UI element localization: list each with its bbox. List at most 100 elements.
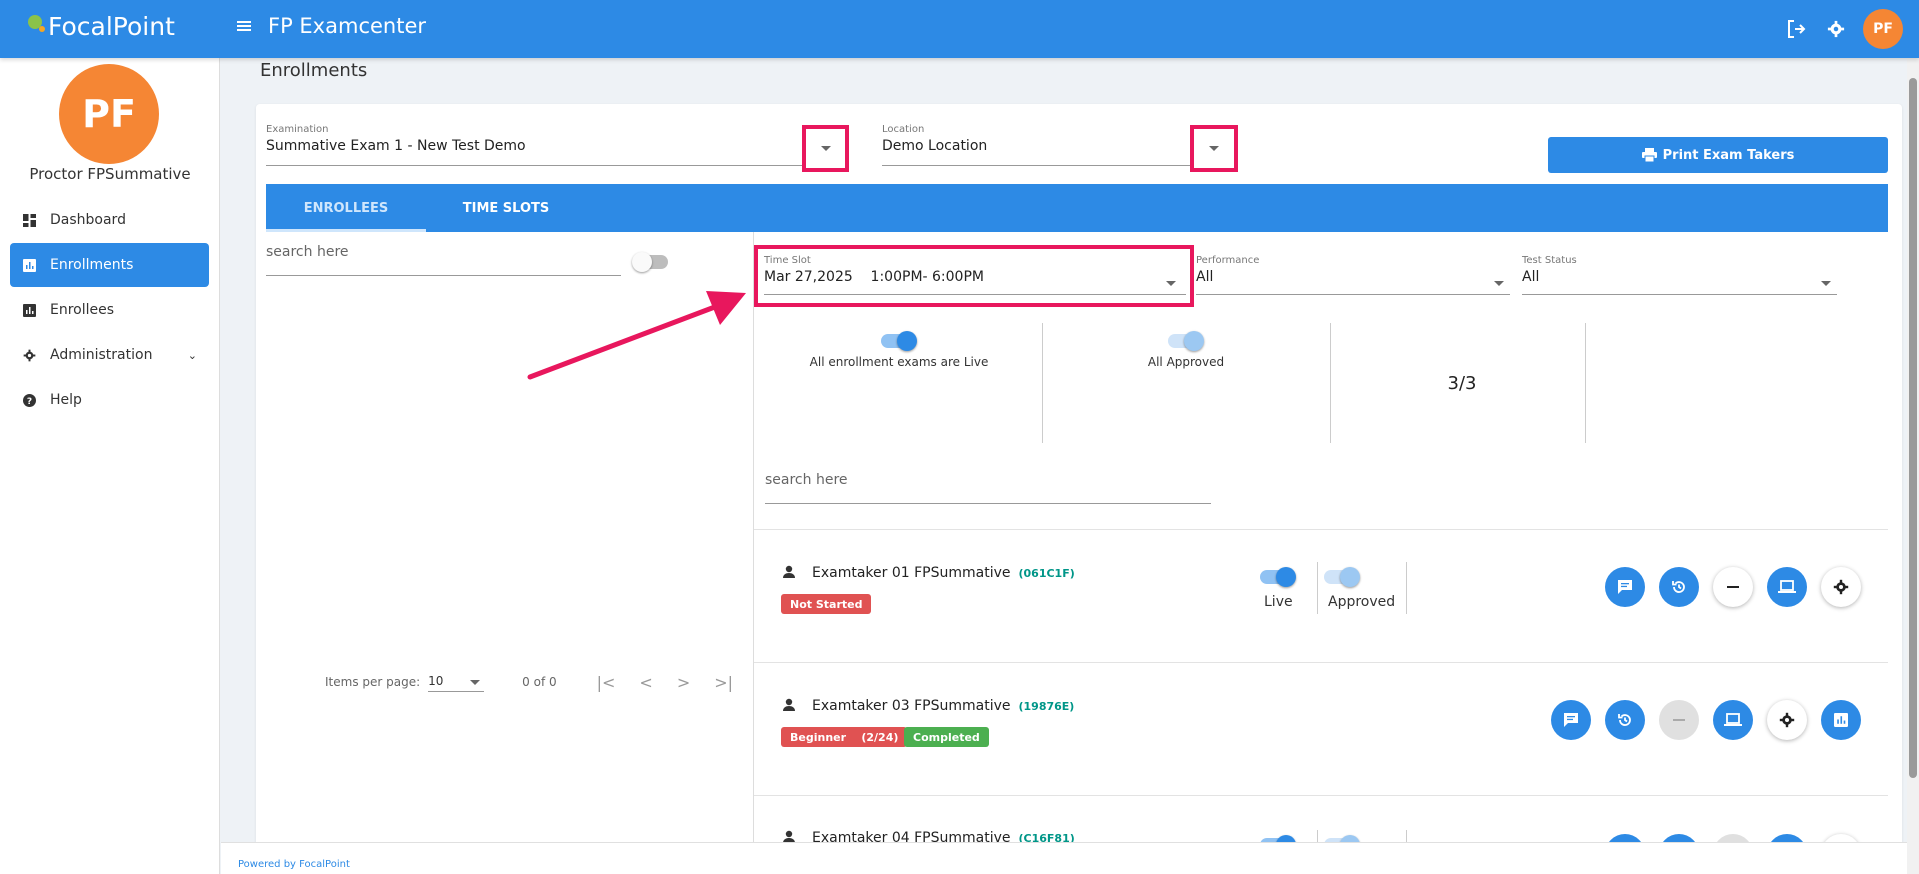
location-dropdown-toggle[interactable] — [1190, 125, 1238, 172]
scrollbar-thumb[interactable] — [1909, 78, 1917, 778]
annotation-arrow — [527, 291, 746, 380]
items-per-page-select[interactable]: 10 — [428, 672, 485, 692]
gear-icon[interactable] — [1823, 16, 1849, 42]
test-status-select[interactable]: Test Status All — [1522, 255, 1837, 295]
chevron-down-icon: ⌄ — [187, 348, 197, 362]
sidebar-item-label: Administration — [50, 347, 153, 363]
sidebar-item-label: Dashboard — [50, 212, 126, 228]
message-button[interactable] — [1605, 834, 1645, 842]
view-screen-button[interactable] — [1767, 834, 1807, 842]
sidebar-item-enrollees[interactable]: Enrollees — [10, 288, 209, 332]
previous-page-icon[interactable]: < — [639, 673, 652, 692]
all-approved-toggle[interactable] — [1168, 331, 1204, 351]
gear-icon — [1779, 712, 1795, 728]
count-stat: 3/3 — [1339, 323, 1585, 443]
caret-down-icon — [1166, 281, 1176, 286]
status-badge: Completed — [904, 727, 989, 747]
footer-text[interactable]: Powered by FocalPoint — [238, 859, 350, 870]
toggle-knob — [1340, 835, 1360, 842]
reset-button[interactable] — [1605, 700, 1645, 740]
chart-icon — [22, 303, 36, 317]
tab-label: ENROLLEES — [303, 200, 389, 216]
caret-down-icon — [1494, 281, 1504, 286]
next-page-icon[interactable]: > — [677, 673, 690, 692]
examination-label: Examination — [266, 124, 329, 135]
hamburger-menu-icon[interactable] — [236, 18, 256, 38]
message-icon — [1564, 713, 1578, 727]
examtaker-name: Examtaker 03 FPSummative (19876E) — [812, 698, 1075, 714]
remove-button[interactable] — [1659, 700, 1699, 740]
sidebar-item-help[interactable]: ? Help — [10, 378, 209, 422]
reset-button[interactable] — [1659, 834, 1699, 842]
enrollee-search-input[interactable]: search here — [266, 244, 621, 276]
minus-icon — [1673, 719, 1685, 721]
caret-down-icon — [470, 680, 481, 685]
settings-button[interactable] — [1821, 567, 1861, 607]
toggle-knob — [1340, 567, 1360, 587]
examtaker-code: (061C1F) — [1018, 567, 1075, 580]
logout-icon[interactable] — [1783, 16, 1809, 42]
sidebar-avatar: PF — [59, 64, 159, 164]
toggle-knob — [1276, 835, 1296, 842]
examination-select[interactable]: Examination Summative Exam 1 - New Test … — [266, 124, 849, 166]
toggle-knob — [897, 331, 917, 351]
status-badge: Not Started — [781, 594, 872, 614]
all-live-label: All enrollment exams are Live — [809, 355, 989, 369]
brand[interactable]: FocalPoint — [28, 12, 175, 41]
time-slot-select[interactable]: Time Slot Mar 27,2025 1:00PM- 6:00PM — [764, 255, 1186, 295]
chart-icon — [1834, 713, 1848, 727]
performance-badge: Beginner (2/24) — [781, 727, 908, 747]
focalpoint-logo-icon — [28, 14, 45, 32]
performance-select[interactable]: Performance All — [1196, 255, 1510, 295]
remove-button[interactable] — [1713, 834, 1753, 842]
help-icon: ? — [22, 393, 36, 407]
approved-toggle[interactable] — [1324, 567, 1360, 587]
toggle-knob — [1184, 331, 1204, 351]
laptop-icon — [1778, 580, 1796, 593]
sidebar-item-label: Help — [50, 392, 82, 408]
footer: Powered by FocalPoint — [221, 842, 1907, 874]
first-page-icon[interactable]: |< — [597, 673, 616, 692]
user-avatar[interactable]: PF — [1863, 9, 1903, 49]
filter-toggle[interactable] — [632, 252, 668, 272]
printer-icon — [1641, 148, 1657, 162]
sidebar-item-label: Enrollments — [50, 257, 134, 273]
sidebar-nav: Dashboard Enrollments Enrollees Administ… — [10, 198, 209, 423]
table-row: Examtaker 03 FPSummative (19876E) Beginne… — [754, 662, 1888, 795]
settings-button[interactable] — [1767, 700, 1807, 740]
all-live-toggle[interactable] — [881, 331, 917, 351]
caret-down-icon — [1821, 281, 1831, 286]
live-toggle[interactable] — [1260, 567, 1296, 587]
sidebar-item-dashboard[interactable]: Dashboard — [10, 198, 209, 242]
table-row: Examtaker 01 FPSummative (061C1F) Not Sta… — [754, 529, 1888, 662]
location-value: Demo Location — [882, 138, 988, 154]
examination-dropdown-toggle[interactable] — [802, 125, 849, 172]
location-select[interactable]: Location Demo Location — [882, 124, 1238, 166]
approved-stat: All Approved — [1051, 323, 1321, 443]
paginator: Items per page: 10 0 of 0 |< < > >| — [325, 672, 733, 692]
view-screen-button[interactable] — [1767, 567, 1807, 607]
top-bar: FocalPoint FP Examcenter PF — [0, 0, 1919, 58]
reset-button[interactable] — [1659, 567, 1699, 607]
tab-time-slots[interactable]: TIME SLOTS — [426, 184, 586, 232]
results-button[interactable] — [1821, 700, 1861, 740]
examtaker-search-input[interactable]: search here — [765, 472, 1211, 504]
items-per-page-label: Items per page: — [325, 675, 421, 689]
sidebar-item-enrollments[interactable]: Enrollments — [10, 243, 209, 287]
performance-value: All — [1196, 269, 1214, 285]
svg-text:?: ? — [26, 397, 31, 407]
sidebar: PF Proctor FPSummative Dashboard Enrollm… — [0, 58, 220, 874]
settings-button[interactable] — [1821, 834, 1861, 842]
page-scrollbar[interactable] — [1907, 58, 1919, 874]
print-exam-takers-button[interactable]: Print Exam Takers — [1548, 137, 1888, 173]
last-page-icon[interactable]: >| — [714, 673, 733, 692]
table-row: Examtaker 04 FPSummative (C16F81) — [754, 795, 1888, 842]
message-button[interactable] — [1551, 700, 1591, 740]
view-screen-button[interactable] — [1713, 700, 1753, 740]
sidebar-item-administration[interactable]: Administration ⌄ — [10, 333, 209, 377]
message-button[interactable] — [1605, 567, 1645, 607]
remove-button[interactable] — [1713, 567, 1753, 607]
tab-enrollees[interactable]: ENROLLEES — [266, 184, 426, 232]
test-status-label: Test Status — [1522, 255, 1577, 266]
approved-label: Approved — [1328, 594, 1396, 610]
